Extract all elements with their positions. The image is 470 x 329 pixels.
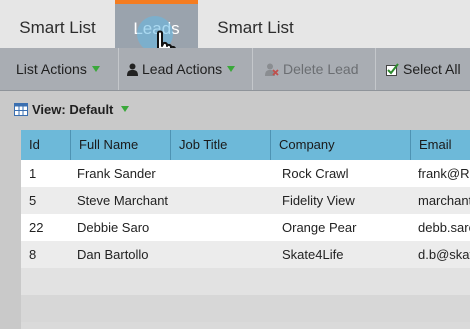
cell-company: Rock Crawl [282, 166, 349, 181]
tab-smart-list-2[interactable]: Smart List [198, 0, 313, 48]
empty-row [21, 268, 470, 295]
table-row[interactable]: 5 Steve Marchant Fidelity View marchant [21, 187, 470, 214]
cell-email: frank@Ro [418, 166, 470, 181]
person-icon [127, 63, 138, 76]
grid-view-icon [14, 103, 28, 116]
cell-email: debb.saro [418, 220, 470, 235]
delete-person-icon [265, 63, 279, 76]
table-header: Id Full Name Job Title Company Email [21, 130, 470, 160]
view-selector[interactable]: View: Default [14, 101, 130, 119]
column-header-full-name[interactable]: Full Name [71, 130, 171, 160]
delete-lead-label: Delete Lead [283, 61, 359, 77]
empty-row [21, 295, 470, 322]
column-header-company[interactable]: Company [271, 130, 411, 160]
leads-table: Id Full Name Job Title Company Email 1 F… [21, 130, 470, 329]
checkbox-check-icon [386, 63, 399, 76]
cell-id: 5 [29, 193, 37, 208]
cell-id: 22 [29, 220, 44, 235]
cell-company: Skate4Life [282, 247, 344, 262]
view-label: View: Default [32, 102, 114, 117]
list-actions-label: List Actions [16, 61, 87, 77]
table-row[interactable]: 1 Frank Sander Rock Crawl frank@Ro [21, 160, 470, 187]
tab-bar: Smart List Leads Smart List [0, 0, 470, 48]
dropdown-arrow-icon [91, 66, 100, 72]
cell-id: 8 [29, 247, 37, 262]
cell-email: d.b@skat [418, 247, 470, 262]
select-all-button[interactable]: Select All [375, 48, 470, 90]
dropdown-arrow-icon [227, 66, 236, 72]
table-row[interactable]: 22 Debbie Saro Orange Pear debb.saro [21, 214, 470, 241]
cell-company: Orange Pear [282, 220, 357, 235]
column-header-id[interactable]: Id [21, 130, 71, 160]
cell-job-title [179, 241, 279, 268]
cell-company: Fidelity View [282, 193, 355, 208]
table-row[interactable]: 8 Dan Bartollo Skate4Life d.b@skat [21, 241, 470, 268]
toolbar: List Actions Lead Actions Delete Lead Se… [0, 48, 470, 91]
column-header-job-title[interactable]: Job Title [171, 130, 271, 160]
cell-job-title [179, 187, 279, 214]
lead-actions-menu[interactable]: Lead Actions [118, 48, 246, 90]
column-header-email[interactable]: Email [411, 130, 470, 160]
select-all-label: Select All [403, 61, 461, 77]
dropdown-arrow-icon [121, 106, 130, 112]
cell-id: 1 [29, 166, 37, 181]
cell-job-title [179, 160, 279, 187]
lead-actions-label: Lead Actions [142, 61, 223, 77]
list-actions-menu[interactable]: List Actions [10, 48, 118, 90]
tab-smart-list[interactable]: Smart List [0, 0, 115, 48]
cell-email: marchant [418, 193, 470, 208]
cell-job-title [179, 214, 279, 241]
delete-lead-button[interactable]: Delete Lead [252, 48, 364, 90]
